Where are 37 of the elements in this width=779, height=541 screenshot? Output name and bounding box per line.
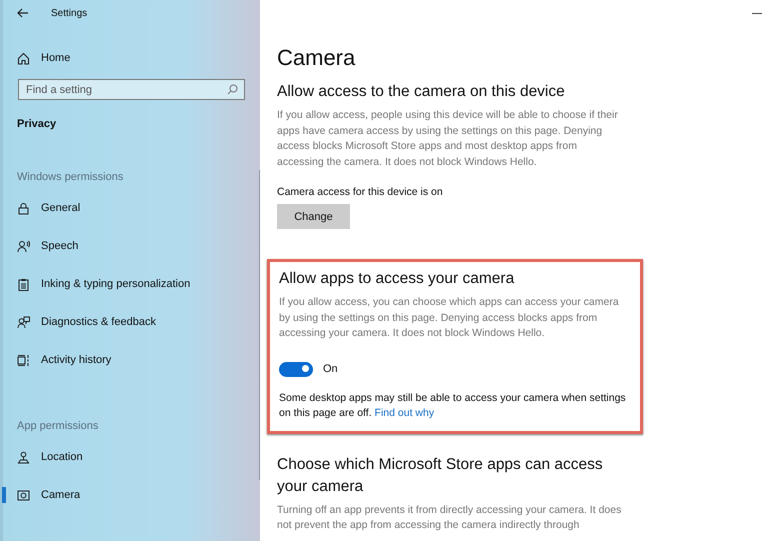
nav-item[interactable]: Diagnostics & feedback	[3, 303, 260, 341]
person-speaking-icon	[17, 240, 30, 252]
section-heading: Privacy	[17, 118, 58, 130]
find-out-why-link[interactable]: Find out why	[374, 406, 434, 418]
nav-item[interactable]: Location	[3, 438, 260, 476]
person-chat-icon	[17, 316, 30, 328]
minimize-icon[interactable]	[752, 13, 762, 15]
section-heading: Choose which Microsoft Store apps can access your camera	[277, 454, 604, 496]
search-icon	[227, 84, 238, 95]
group-heading: App permissions	[17, 420, 100, 432]
lock-icon	[17, 202, 30, 214]
page-title: Camera	[277, 45, 356, 71]
nav-item[interactable]: Speech	[3, 227, 260, 265]
search-field[interactable]: Find a setting	[18, 79, 245, 100]
nav-item[interactable]: Activity history	[3, 341, 260, 379]
toggle-label: On	[323, 363, 338, 375]
section-description: If you allow access, people using this device will be able to choose if their apps have camera access by using the settings on this page. Denying access blocks Microsoft Store apps and most desktop apps from accessing the camera. It does not block Windows Hello.	[277, 108, 619, 170]
window-title: Settings	[51, 8, 88, 18]
nav-item[interactable]: Camera	[3, 476, 260, 514]
nav-item[interactable]: General	[3, 189, 260, 227]
home-icon	[17, 52, 30, 64]
clipboard-icon	[17, 278, 30, 290]
section-heading: Allow access to the camera on this device	[277, 83, 566, 101]
toggle-switch[interactable]	[279, 362, 313, 376]
nav-item[interactable]: Inking & typing personalization	[3, 265, 260, 303]
home-nav-item[interactable]: Home	[3, 39, 260, 77]
change-button[interactable]: Change	[277, 204, 350, 229]
group-heading: Windows permissions	[17, 171, 124, 183]
back-arrow-icon[interactable]	[17, 8, 29, 18]
note-text: Some desktop apps may still be able to access your camera when settings on this page are off. Find out why	[279, 390, 627, 420]
camera-icon	[17, 488, 30, 502]
section-heading: Allow apps to access your camera	[279, 270, 516, 288]
access-status: Camera access for this device is on	[277, 186, 444, 198]
section-description: Turning off an app prevents it from directly accessing your camera. It does not prevent the app from accessing the camera indirectly through	[277, 502, 622, 532]
timeline-icon	[17, 354, 30, 366]
section-description: If you allow access, you can choose which apps can access your camera by using the settings on this page. Denying access blocks apps from accessing your camera. It does not block Windows Hello.	[279, 295, 620, 341]
location-pin-icon	[17, 450, 30, 464]
